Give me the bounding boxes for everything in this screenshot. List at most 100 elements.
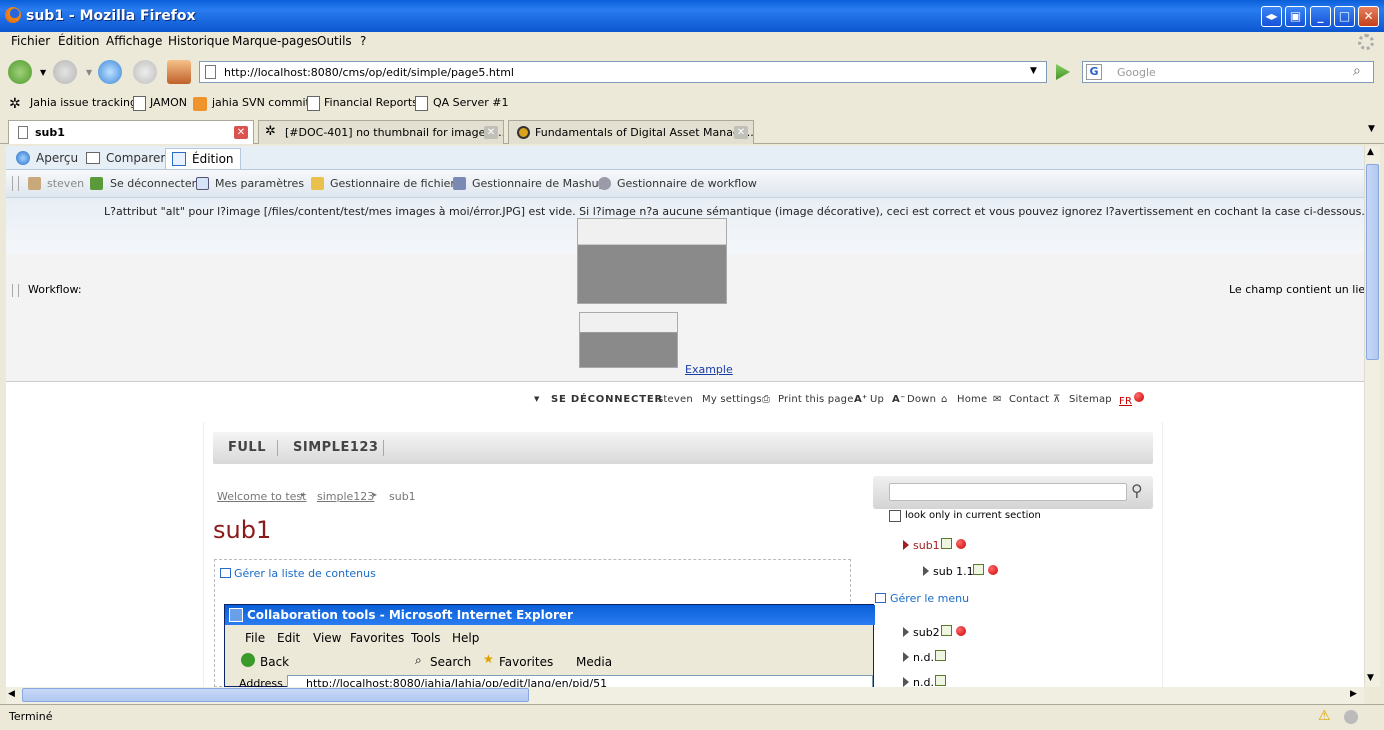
forward-dropdown-icon[interactable]: ▼ [86, 68, 92, 77]
screenshot-thumbnail-small[interactable] [579, 312, 678, 368]
toolbar-settings[interactable]: Mes paramètres [215, 177, 304, 190]
edit-icon[interactable] [935, 650, 946, 661]
menu-help[interactable]: ? [360, 34, 366, 48]
search-field[interactable]: G Google ⌕ [1082, 61, 1374, 83]
tab-close-icon[interactable]: ✕ [234, 126, 248, 139]
home-icon[interactable] [167, 60, 191, 84]
menu-fichier[interactable]: Fichier [11, 34, 50, 48]
menu-item-sub2[interactable]: sub2 [913, 626, 940, 639]
separator [277, 440, 278, 456]
tab-list-icon[interactable]: ▼ [1368, 124, 1375, 134]
menu-item-sub1-1[interactable]: sub 1.1 [933, 565, 974, 578]
tab-sub1[interactable]: sub1 ✕ [8, 120, 254, 144]
site-down[interactable]: Down [907, 394, 936, 405]
screenshot-thumbnail-large[interactable] [577, 218, 727, 304]
site-sitemap[interactable]: Sitemap [1069, 394, 1112, 405]
toolbar-username: steven [47, 177, 85, 190]
ie-search-icon: ⌕ [415, 653, 422, 667]
url-field[interactable]: http://localhost:8080/cms/op/edit/simple… [199, 61, 1047, 83]
edit-icon[interactable] [941, 625, 952, 636]
forward-icon[interactable] [53, 60, 77, 84]
language-fr[interactable]: FR [1119, 396, 1132, 407]
back-dropdown-icon[interactable]: ▼ [40, 68, 46, 77]
search-icon[interactable]: ⚲ [1131, 481, 1143, 500]
horizontal-scroll-thumb[interactable] [22, 688, 529, 702]
mode-tab-apercu[interactable]: Aperçu [10, 148, 84, 169]
warning-icon[interactable]: ⚠ [1318, 708, 1331, 724]
vertical-scrollbar[interactable]: ▲ ▼ [1364, 146, 1380, 687]
separator [18, 284, 19, 297]
stop-icon[interactable] [133, 60, 157, 84]
page-icon [18, 126, 28, 139]
site-search-input[interactable] [889, 483, 1127, 501]
workflow-label: Workflow: [28, 283, 82, 296]
ie-search: Search [430, 655, 472, 669]
menu-outils[interactable]: Outils [317, 34, 352, 48]
edit-icon[interactable] [973, 564, 984, 575]
reload-icon[interactable] [98, 60, 122, 84]
maximize-alt-icon[interactable]: ▣ [1285, 6, 1306, 27]
bookmark-jahia-svn-committ[interactable]: jahia SVN committ [212, 96, 314, 109]
bookmark-qa-server[interactable]: QA Server #1 [433, 96, 508, 109]
tab-close-icon[interactable]: ✕ [734, 126, 748, 139]
site-print-page[interactable]: Print this page [778, 394, 854, 405]
scroll-left-icon[interactable]: ◀ [8, 689, 15, 699]
site-my-settings[interactable]: My settings [702, 394, 762, 405]
vertical-scroll-thumb[interactable] [1366, 164, 1379, 360]
bookmark-financial-reports[interactable]: Financial Reports [324, 96, 418, 109]
tab-fundamentals[interactable]: Fundamentals of Digital Asset Manage... … [508, 120, 754, 144]
scroll-down-icon[interactable]: ▼ [1367, 673, 1374, 683]
menu-bar: Fichier Édition Affichage Historique Mar… [0, 32, 1384, 54]
site-contact[interactable]: Contact [1009, 394, 1049, 405]
mode-tab-edition[interactable]: Édition [165, 148, 241, 169]
google-icon[interactable]: G [1086, 64, 1102, 80]
breadcrumb-welcome[interactable]: Welcome to test [217, 490, 306, 503]
breadcrumb-simple123[interactable]: simple123 [317, 490, 374, 503]
example-link[interactable]: Example [685, 363, 733, 376]
bookmark-jahia-issue-tracking[interactable]: Jahia issue tracking [30, 96, 137, 109]
manage-content-list-link[interactable]: Gérer la liste de contenus [234, 567, 376, 580]
site-up[interactable]: Up [870, 394, 884, 405]
ie-menu-help: Help [452, 631, 480, 645]
back-icon[interactable] [8, 60, 32, 84]
horizontal-scrollbar[interactable]: ◀ ▶ [6, 687, 1364, 704]
edit-icon[interactable] [941, 538, 952, 549]
status-red-icon [988, 565, 998, 575]
menu-item-nd-2[interactable]: n.d. [913, 676, 934, 687]
minimize-button[interactable]: _ [1310, 6, 1331, 27]
page-viewport: Aperçu Comparer Édition steven Se déconn… [6, 146, 1364, 687]
restore-icon[interactable]: ◂▸ [1261, 6, 1282, 27]
menu-edition[interactable]: Édition [58, 34, 100, 48]
current-section-checkbox[interactable] [889, 510, 901, 522]
bookmark-jamon[interactable]: JAMON [150, 96, 187, 109]
maximize-button[interactable]: □ [1334, 6, 1355, 27]
url-dropdown-icon[interactable]: ▼ [1030, 66, 1037, 76]
ie-menu-edit: Edit [277, 631, 301, 645]
tab-close-icon[interactable]: ✕ [484, 126, 498, 139]
mode-tab-comparer[interactable]: Comparer [80, 148, 171, 169]
menu-historique[interactable]: Historique [168, 34, 230, 48]
menu-item-nd-1[interactable]: n.d. [913, 651, 934, 664]
site-logout-link[interactable]: SE DÉCONNECTER [551, 394, 663, 405]
search-icon[interactable]: ⌕ [1353, 63, 1371, 81]
toolbar-file-manager[interactable]: Gestionnaire de fichiers [330, 177, 461, 190]
edit-icon[interactable] [935, 675, 946, 686]
scroll-up-icon[interactable]: ▲ [1367, 147, 1374, 157]
nav-full[interactable]: FULL [228, 440, 266, 455]
separator [12, 284, 13, 297]
menu-marque-pages[interactable]: Marque-pages [232, 34, 318, 48]
menu-affichage[interactable]: Affichage [106, 34, 162, 48]
menu-item-sub1[interactable]: sub1 [913, 539, 940, 552]
tab-doc-401[interactable]: ✲ [#DOC-401] no thumbnail for images ...… [258, 120, 504, 144]
scroll-right-icon[interactable]: ▶ [1350, 689, 1357, 699]
toolbar-workflow-manager[interactable]: Gestionnaire de workflow [617, 177, 757, 190]
window-title: sub1 - Mozilla Firefox [26, 8, 196, 24]
nav-simple123[interactable]: SIMPLE123 [293, 440, 378, 455]
toolbar-mashup-manager[interactable]: Gestionnaire de Mashup [472, 177, 606, 190]
mail-icon: ✉ [993, 394, 1002, 405]
manage-menu-link[interactable]: Gérer le menu [890, 592, 969, 605]
toolbar-logout[interactable]: Se déconnecter [110, 177, 196, 190]
dropdown-icon[interactable]: ▼ [534, 395, 540, 403]
close-button[interactable]: ✕ [1358, 6, 1379, 27]
site-home[interactable]: Home [957, 394, 987, 405]
